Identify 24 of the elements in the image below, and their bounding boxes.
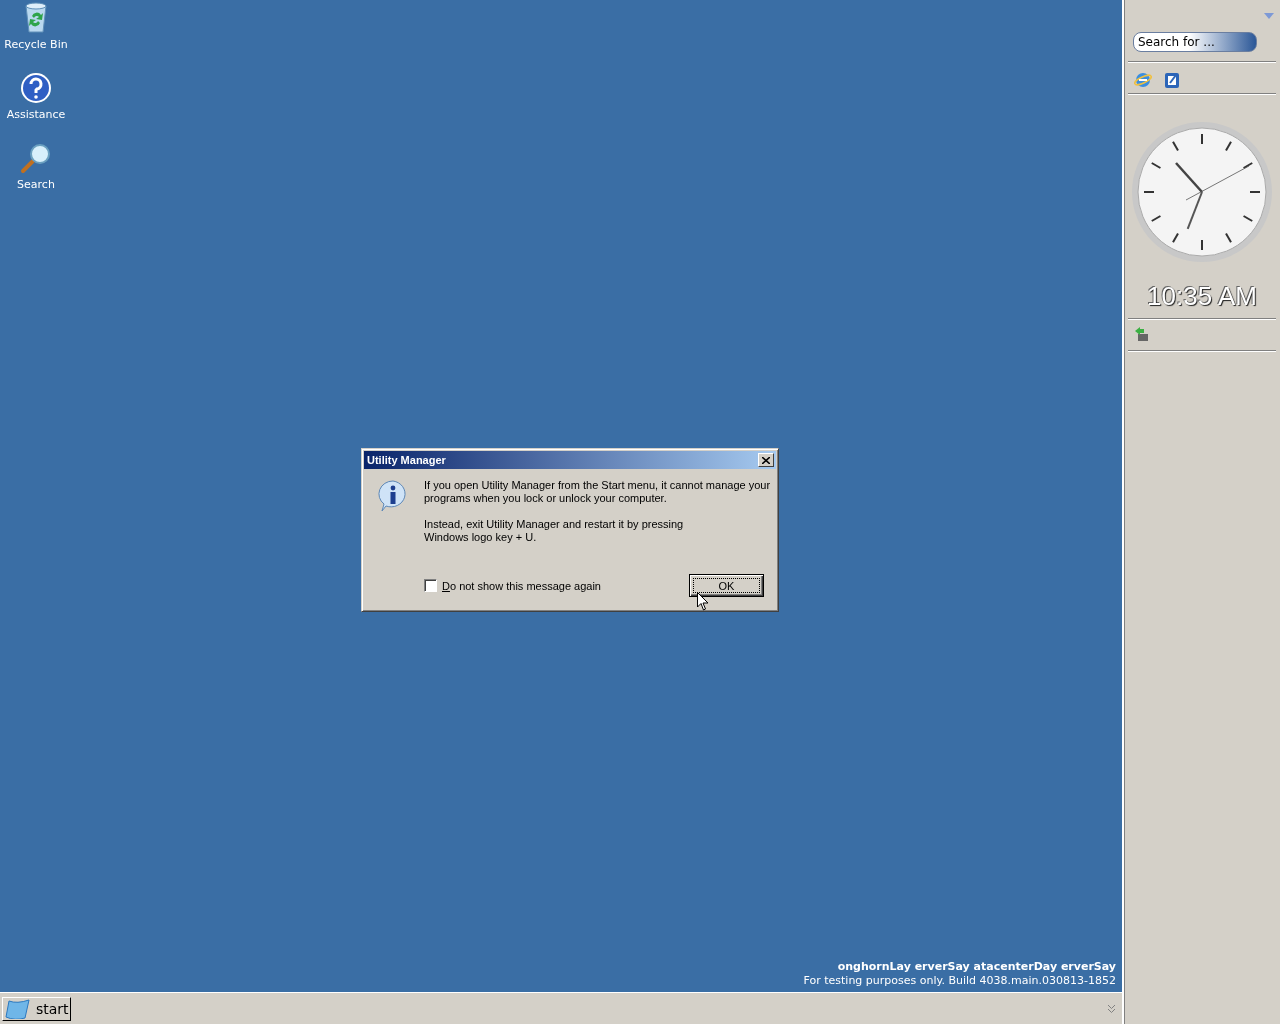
- help-icon: [20, 72, 52, 104]
- ok-button[interactable]: OK: [689, 574, 764, 597]
- build-info-text: onghornLay erverSay atacenterDay erverSay: [837, 960, 1116, 974]
- mouse-cursor-icon: [697, 592, 709, 611]
- search-icon: [20, 142, 52, 174]
- icon-label[interactable]: Recycle Bin: [4, 38, 68, 51]
- close-button[interactable]: [758, 453, 774, 467]
- globe-icon[interactable]: [1134, 71, 1152, 89]
- window-title: Utility Manager: [367, 454, 446, 466]
- start-button[interactable]: start: [2, 996, 71, 1021]
- chevron-down-icon[interactable]: [1107, 1003, 1116, 1014]
- notepad-icon[interactable]: [1163, 71, 1181, 89]
- windows-logo-icon: [5, 998, 33, 1019]
- network-icon[interactable]: [1134, 326, 1150, 342]
- close-icon: [762, 456, 770, 464]
- build-info-text: For testing purposes only. Build 4038.main.030813-1852: [803, 974, 1116, 988]
- checkbox[interactable]: [424, 579, 437, 592]
- message-text: Instead, exit Utility Manager and restart it by pressing Windows logo key + U.: [424, 518, 685, 544]
- checkbox-label[interactable]: Do not show this message again: [442, 579, 601, 592]
- icon-label[interactable]: Search: [17, 178, 55, 191]
- icon-label[interactable]: Assistance: [6, 108, 66, 121]
- message-text: If you open Utility Manager from the Start menu, it cannot manage your programs when you lock or unlock your computer.: [424, 479, 772, 505]
- search-field[interactable]: Search for ...: [1133, 32, 1257, 52]
- clock-time: 10:35 AM: [1146, 280, 1258, 313]
